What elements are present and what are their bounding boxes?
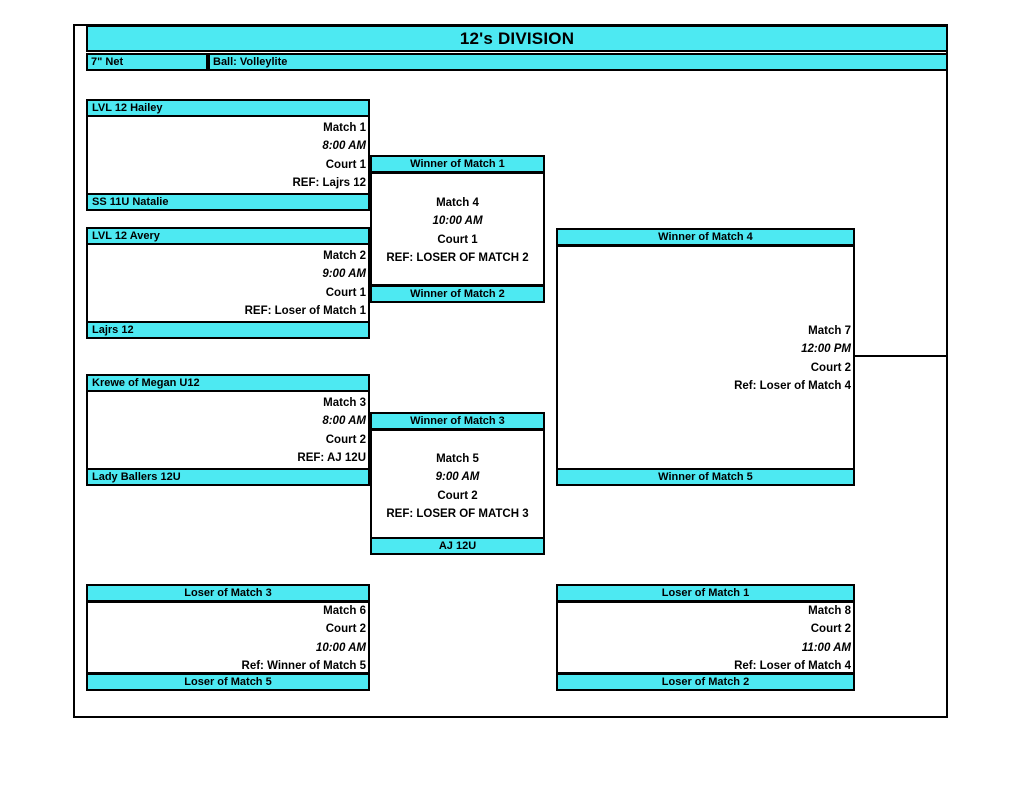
match-8-top-team-slot[interactable]: Loser of Match 1 — [556, 584, 855, 602]
match-1-top-team-label: LVL 12 Hailey — [92, 102, 163, 114]
match-1-body — [86, 108, 370, 202]
match-8-bottom-team-label: Loser of Match 2 — [661, 676, 750, 688]
match-6-top-team-slot[interactable]: Loser of Match 3 — [86, 584, 370, 602]
match-2-top-team-slot[interactable]: LVL 12 Avery — [86, 227, 370, 245]
net-height-cell: 7" Net — [86, 53, 208, 71]
match-1-bottom-team-label: SS 11U Natalie — [92, 196, 169, 208]
match-2-bottom-team-label: Lajrs 12 — [92, 324, 134, 336]
bracket-sheet: 12's DIVISION 7" Net Ball: Volleylite LV… — [0, 0, 1035, 800]
match-2-body — [86, 236, 370, 330]
champion-connector-line — [855, 355, 948, 357]
match-4-top-team-label: Winner of Match 1 — [410, 158, 505, 170]
match-8-bottom-team-slot[interactable]: Loser of Match 2 — [556, 673, 855, 691]
match-3-body — [86, 383, 370, 477]
match-5-bottom-team-label: AJ 12U — [438, 540, 477, 552]
match-7-bottom-team-slot[interactable]: Winner of Match 5 — [556, 468, 855, 486]
match-7-body — [556, 245, 855, 477]
match-7-top-team-label: Winner of Match 4 — [658, 231, 753, 243]
division-title-bar: 12's DIVISION — [86, 25, 948, 52]
division-title: 12's DIVISION — [459, 28, 575, 48]
match-6-body — [86, 601, 370, 674]
match-6-bottom-team-slot[interactable]: Loser of Match 5 — [86, 673, 370, 691]
match-8-top-team-label: Loser of Match 1 — [661, 587, 750, 599]
net-height-label: 7" Net — [91, 56, 124, 68]
match-2-top-team-label: LVL 12 Avery — [92, 230, 160, 242]
match-1-bottom-team-slot[interactable]: SS 11U Natalie — [86, 193, 370, 211]
match-5-top-team-slot[interactable]: Winner of Match 3 — [370, 412, 545, 430]
subheader-row: 7" Net Ball: Volleylite — [86, 53, 948, 71]
match-3-top-team-label: Krewe of Megan U12 — [92, 377, 200, 389]
ball-type-label: Ball: Volleylite — [213, 56, 288, 68]
match-5-body — [370, 429, 545, 539]
match-6-bottom-team-label: Loser of Match 5 — [184, 676, 272, 688]
match-4-bottom-team-label: Winner of Match 2 — [410, 288, 505, 300]
match-4-top-team-slot[interactable]: Winner of Match 1 — [370, 155, 545, 173]
match-8-body — [556, 601, 855, 674]
match-5-top-team-label: Winner of Match 3 — [410, 415, 505, 427]
match-7-bottom-team-label: Winner of Match 5 — [658, 471, 753, 483]
ball-type-cell: Ball: Volleylite — [208, 53, 948, 71]
match-6-top-team-label: Loser of Match 3 — [184, 587, 272, 599]
match-5-bottom-team-slot[interactable]: AJ 12U — [370, 537, 545, 555]
match-3-bottom-team-slot[interactable]: Lady Ballers 12U — [86, 468, 370, 486]
match-2-bottom-team-slot[interactable]: Lajrs 12 — [86, 321, 370, 339]
match-4-bottom-team-slot[interactable]: Winner of Match 2 — [370, 285, 545, 303]
match-1-top-team-slot[interactable]: LVL 12 Hailey — [86, 99, 370, 117]
match-4-body — [370, 172, 545, 286]
match-7-top-team-slot[interactable]: Winner of Match 4 — [556, 228, 855, 246]
match-3-bottom-team-label: Lady Ballers 12U — [92, 471, 181, 483]
match-3-top-team-slot[interactable]: Krewe of Megan U12 — [86, 374, 370, 392]
